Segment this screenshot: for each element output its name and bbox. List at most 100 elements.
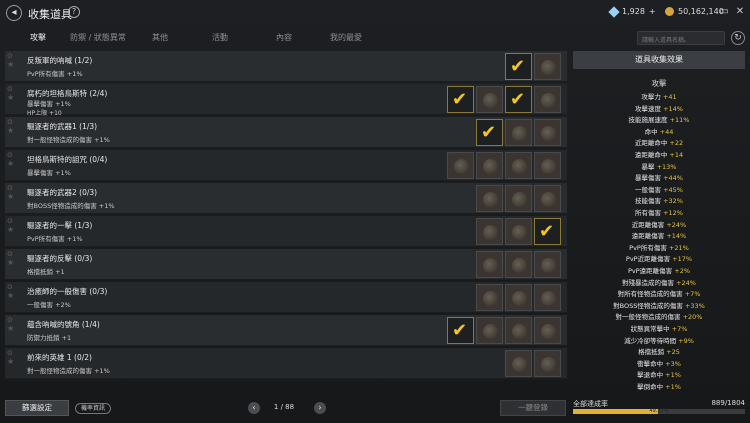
effect-stat: PvP所有傷害 +21% (573, 242, 745, 252)
item-icon (512, 126, 527, 141)
item-slot[interactable] (447, 152, 474, 179)
item-slot[interactable] (534, 53, 561, 80)
stat-label: 衝擊命中 (637, 359, 664, 368)
tab-attack[interactable]: 攻擊 (18, 32, 58, 43)
item-icon (483, 93, 498, 108)
item-slot[interactable] (476, 251, 503, 278)
tab-favorites[interactable]: 我的最愛 (322, 32, 370, 43)
stat-value: +13% (656, 162, 677, 171)
item-slot[interactable] (505, 284, 532, 311)
item-slot[interactable] (534, 185, 561, 212)
item-slot[interactable] (476, 218, 503, 245)
collected-item-slot[interactable]: ✔ (447, 86, 474, 113)
collected-item-slot[interactable]: ✔ (505, 53, 532, 80)
page-indicator: 1 / 88 (273, 403, 295, 411)
prev-page-icon[interactable]: ‹ (248, 402, 260, 414)
stat-label: 近距離傷害 (631, 220, 665, 229)
favorite-star-icon[interactable]: ★ (7, 291, 14, 300)
collection-row[interactable]: ⊙ ★ 驅逐者的一擊 (1/3) PvP所有傷害 +1% ✔ (5, 216, 567, 247)
gold-coin-icon (665, 7, 674, 16)
row-effect: 暴擊傷害 +1% (27, 169, 71, 177)
tab-defense[interactable]: 防禦 / 狀態異常 (68, 32, 128, 43)
item-slot[interactable] (534, 152, 561, 179)
search-input[interactable]: 請輸入道具名稱。 (637, 31, 725, 45)
item-slot[interactable] (505, 119, 532, 146)
stat-label: 格擋抵銷 (638, 348, 665, 357)
favorite-star-icon[interactable]: ★ (7, 324, 14, 333)
item-slot[interactable] (534, 317, 561, 344)
favorite-star-icon[interactable]: ★ (7, 159, 14, 168)
favorite-star-icon[interactable]: ★ (7, 192, 14, 201)
refresh-icon[interactable]: ↻ (731, 31, 745, 45)
collection-row[interactable]: ⊙ ★ 蘊含吶喊的號角 (1/4) 防禦力抵銷 +1 ✔ (5, 315, 567, 346)
item-slot[interactable] (534, 119, 561, 146)
collected-item-slot[interactable]: ✔ (447, 317, 474, 344)
item-slot[interactable] (476, 284, 503, 311)
item-slots (476, 284, 563, 311)
collection-row[interactable]: ⊙ ★ 反叛軍的吶喊 (1/2) PvP所有傷害 +1% ✔ (5, 51, 567, 82)
help-icon[interactable]: ? (68, 6, 80, 18)
row-name: 蘊含吶喊的號角 (1/4) (27, 320, 100, 329)
item-slot[interactable] (505, 317, 532, 344)
tab-other[interactable]: 其他 (140, 32, 180, 43)
effect-stat: 擊倒命中 +1% (573, 381, 745, 391)
item-slot[interactable] (534, 350, 561, 377)
item-slot[interactable] (505, 350, 532, 377)
item-slots (476, 185, 563, 212)
item-slot[interactable] (505, 218, 532, 245)
diamond-amount: 1,928 (622, 7, 645, 16)
favorite-star-icon[interactable]: ★ (7, 126, 14, 135)
tab-content[interactable]: 內容 (264, 32, 304, 43)
collection-row[interactable]: ⊙ ★ 前來的英雄 1 (0/2) 對一般怪物造成的傷害 +1% (5, 348, 567, 379)
favorite-star-icon[interactable]: ★ (7, 225, 14, 234)
effect-stat: 對一般怪物造成的傷害 +20% (573, 311, 745, 321)
back-icon[interactable]: ◂ (6, 5, 22, 21)
one-click-register-button[interactable]: 一鍵登錄 (500, 400, 566, 416)
favorite-star-icon[interactable]: ★ (7, 258, 14, 267)
filter-settings-button[interactable]: 篩選設定 (5, 400, 69, 416)
item-icon (512, 324, 527, 339)
minimize-icon[interactable]: ▭ (717, 5, 731, 19)
checkmark-icon: ✔ (452, 320, 468, 341)
item-slots: ✔ (447, 317, 563, 344)
item-slot[interactable] (505, 152, 532, 179)
close-icon[interactable]: ✕ (733, 5, 747, 19)
stat-value: +44 (659, 127, 674, 136)
item-slot[interactable] (534, 86, 561, 113)
collection-row[interactable]: ⊙ ★ 腐朽的坦格鳥斯特 (2/4) 暴擊傷害 +1% HP上限 +10 ✔ ✔ (5, 84, 567, 117)
add-diamond-icon[interactable]: + (649, 7, 656, 16)
item-icon (512, 192, 527, 207)
collection-row[interactable]: ⊙ ★ 驅逐者的武器1 (1/3) 對一般怪物造成的傷害 +1% ✔ (5, 117, 567, 148)
row-effect: 暴擊傷害 +1% (27, 100, 71, 108)
item-slot[interactable] (534, 251, 561, 278)
item-slot[interactable] (505, 251, 532, 278)
item-icon (512, 159, 527, 174)
item-slot[interactable] (476, 86, 503, 113)
lock-icon: ⊙ (7, 217, 13, 225)
item-slot[interactable] (476, 152, 503, 179)
stat-label: 擊倒命中 (637, 383, 664, 391)
effect-stat: PvP近距離傷害 +17% (573, 253, 745, 263)
next-page-icon[interactable]: › (314, 402, 326, 414)
stat-label: 對BOSS怪物造成的傷害 (613, 301, 683, 310)
item-slot[interactable] (534, 284, 561, 311)
favorite-star-icon[interactable]: ★ (7, 93, 14, 102)
favorite-star-icon[interactable]: ★ (7, 60, 14, 69)
collection-row[interactable]: ⊙ ★ 治癒師的一般傷害 (0/3) 一般傷害 +2% (5, 282, 567, 313)
collection-row[interactable]: ⊙ ★ 坦格鳥斯特的詛咒 (0/4) 暴擊傷害 +1% (5, 150, 567, 181)
favorite-star-icon[interactable]: ★ (7, 357, 14, 366)
item-slot[interactable] (476, 185, 503, 212)
collected-item-slot[interactable]: ✔ (534, 218, 561, 245)
collected-item-slot[interactable]: ✔ (476, 119, 503, 146)
collection-row[interactable]: ⊙ ★ 驅逐者的反擊 (0/3) 格擋抵銷 +1 (5, 249, 567, 280)
item-slot[interactable] (505, 185, 532, 212)
tab-event[interactable]: 活動 (200, 32, 240, 43)
probability-info-button[interactable]: 機率資訊 (75, 403, 111, 414)
stat-label: 對一般怪物造成的傷害 (615, 313, 681, 322)
effect-stat: 一般傷害 +45% (573, 184, 745, 194)
item-slots: ✔ (476, 218, 563, 245)
item-slot[interactable] (476, 317, 503, 344)
stat-value: +7% (684, 290, 701, 299)
collected-item-slot[interactable]: ✔ (505, 86, 532, 113)
collection-row[interactable]: ⊙ ★ 驅逐者的武器2 (0/3) 對BOSS怪物造成的傷害 +1% (5, 183, 567, 214)
